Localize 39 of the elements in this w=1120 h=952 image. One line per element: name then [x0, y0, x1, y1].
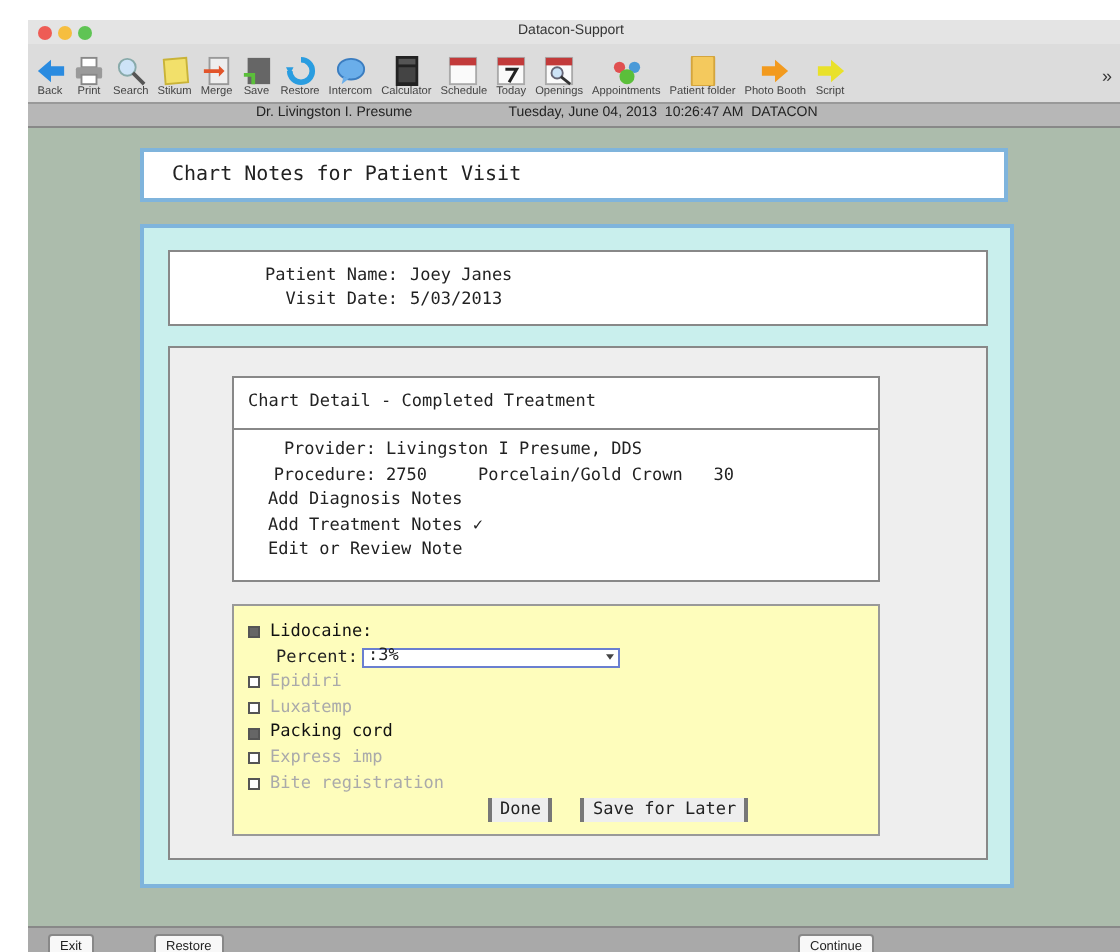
arrow-left-icon[interactable]	[35, 56, 65, 86]
page-title: Chart Notes for Patient Visit	[172, 162, 522, 190]
form-button[interactable]: Done	[488, 798, 553, 823]
note-link[interactable]: Add Treatment Notes ✓	[268, 513, 483, 538]
people-icon[interactable]	[611, 56, 642, 86]
overflow-button[interactable]: »	[1101, 64, 1112, 91]
form-button[interactable]: Save for Later	[580, 798, 749, 823]
note-link[interactable]: Edit or Review Note	[268, 538, 463, 563]
circular-arrow-icon[interactable]	[285, 56, 315, 86]
field-label: Percent:	[276, 645, 358, 671]
printer-icon[interactable]	[74, 56, 104, 86]
caret-icon	[605, 654, 614, 661]
field-label: Procedure:	[271, 463, 376, 488]
checkbox-label: Epidiri	[270, 670, 342, 696]
note-link[interactable]: Add Diagnosis Notes	[268, 488, 463, 513]
field-value: 2750 Porcelain/Gold Crown 30	[386, 463, 734, 488]
field-label: Provider:	[281, 438, 376, 463]
checkbox-label: Packing cord	[270, 720, 393, 746]
field-value: Livingston I Presume, DDS	[386, 438, 642, 463]
checkbox[interactable]	[248, 727, 260, 740]
field-value: 5/03/2013	[410, 288, 503, 312]
chart-detail-title: Chart Detail - Completed Treatment	[248, 390, 596, 416]
save-icon[interactable]	[241, 56, 272, 86]
close-button[interactable]	[38, 25, 52, 39]
magnifier-icon[interactable]	[115, 56, 146, 86]
field-value: Joey Janes	[410, 264, 513, 288]
speech-bubble-icon[interactable]	[335, 56, 366, 86]
checkbox-label: Bite registration	[270, 771, 444, 797]
checkbox-label: Express imp	[270, 745, 383, 772]
document-arrow-icon[interactable]	[201, 56, 232, 86]
checkbox-label: Luxatemp	[270, 695, 352, 721]
percent-dropdown[interactable]: :3%	[361, 647, 620, 668]
checkbox[interactable]	[248, 626, 260, 639]
checkbox-label: Lidocaine:	[270, 620, 373, 646]
calendar-icon[interactable]	[496, 56, 527, 86]
field-label: Patient Name:	[262, 264, 398, 288]
calculator-icon[interactable]	[391, 56, 422, 86]
calendar-magnifier-icon[interactable]	[544, 56, 575, 86]
field-label: Visit Date:	[283, 288, 398, 312]
